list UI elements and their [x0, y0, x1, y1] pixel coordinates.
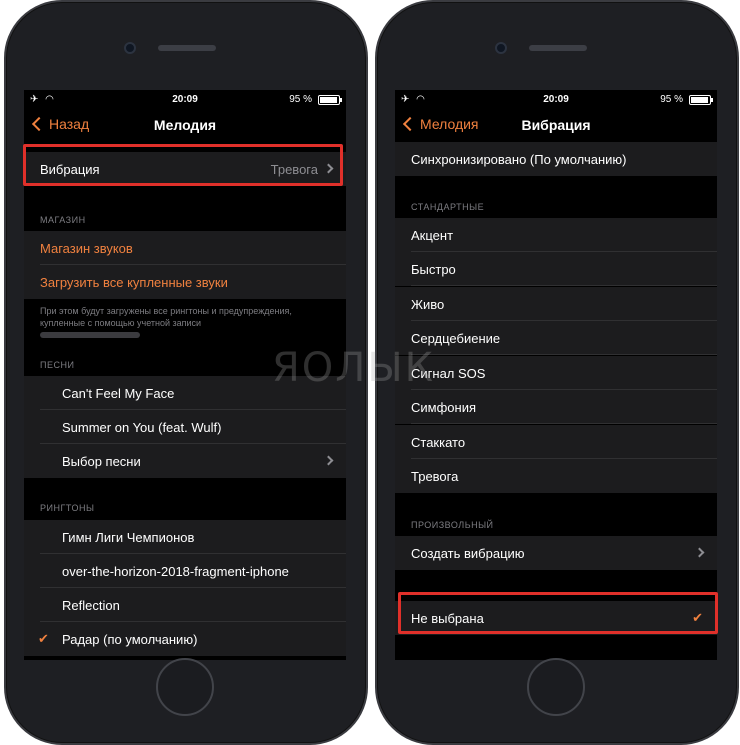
- vibration-item[interactable]: Стаккато: [395, 425, 717, 459]
- vibration-label: Быстро: [411, 262, 456, 277]
- battery-percent: 95 %: [660, 94, 683, 105]
- ringtone-label: Гимн Лиги Чемпионов: [62, 530, 195, 545]
- store-item-label: Магазин звуков: [40, 241, 133, 256]
- page-title: Вибрация: [521, 117, 591, 133]
- vibration-label: Тревога: [411, 469, 459, 484]
- custom-header: ПРОИЗВОЛЬНЫЙ: [411, 520, 494, 530]
- page-title: Мелодия: [153, 117, 217, 133]
- vibration-item[interactable]: Симфония: [395, 390, 717, 424]
- chevron-right-icon: [694, 547, 705, 558]
- ringtone-label: Reflection: [62, 598, 120, 613]
- vibration-value: Тревога: [270, 162, 318, 177]
- ringtone-label: Радар (по умолчанию): [62, 632, 198, 647]
- songs-header: ПЕСНИ: [40, 360, 75, 370]
- vibration-label: Симфония: [411, 400, 476, 415]
- ringtone-item[interactable]: Reflection: [24, 588, 346, 622]
- blurred-account: [40, 332, 140, 338]
- speaker-grille: [158, 45, 216, 51]
- none-selected-row[interactable]: Не выбрана ✔: [395, 601, 717, 635]
- create-vibration-row[interactable]: Создать вибрацию: [395, 536, 717, 570]
- home-button[interactable]: [156, 658, 214, 716]
- divider: [411, 285, 717, 286]
- camera-icon: [124, 42, 136, 54]
- vibration-label: Сердцебиение: [411, 331, 501, 346]
- chevron-right-icon: [323, 163, 334, 174]
- vibration-item[interactable]: Тревога: [395, 459, 717, 493]
- right-screen: ✈ ◠ 20:09 95 % Мелодия Вибрация Синхрони…: [395, 90, 717, 660]
- camera-icon: [495, 42, 507, 54]
- ringtones-header: РИНГТОНЫ: [40, 503, 95, 513]
- synced-label: Синхронизировано (По умолчанию): [411, 152, 627, 167]
- store-item-label: Загрузить все купленные звуки: [40, 275, 228, 290]
- pick-song-row[interactable]: Выбор песни: [24, 444, 346, 478]
- store-footnote: При этом будут загружены все рингтоны и …: [40, 306, 292, 328]
- ringtone-label: over-the-horizon-2018-fragment-iphone: [62, 564, 289, 579]
- checkmark-icon: ✔: [38, 631, 49, 646]
- store-header: МАГАЗИН: [40, 215, 86, 225]
- song-label: Can't Feel My Face: [62, 386, 175, 401]
- none-label: Не выбрана: [411, 611, 484, 626]
- nav-bar: Мелодия Вибрация: [395, 110, 717, 142]
- checkmark-icon: ✔: [692, 610, 703, 625]
- synced-row[interactable]: Синхронизировано (По умолчанию): [395, 142, 717, 176]
- vibration-item[interactable]: Быстро: [395, 252, 717, 286]
- home-button[interactable]: [527, 658, 585, 716]
- vibration-label: Акцент: [411, 228, 454, 243]
- vibration-item[interactable]: Сердцебиение: [395, 321, 717, 355]
- divider: [411, 354, 717, 355]
- song-item[interactable]: Summer on You (feat. Wulf): [24, 410, 346, 444]
- store-item-download-all[interactable]: Загрузить все купленные звуки: [24, 265, 346, 299]
- chevron-right-icon: [323, 455, 334, 466]
- vibration-item[interactable]: Акцент: [395, 218, 717, 252]
- battery-icon: [318, 95, 342, 105]
- vibration-row[interactable]: Вибрация Тревога: [24, 152, 346, 186]
- battery-percent: 95 %: [289, 94, 312, 105]
- vibration-label: Стаккато: [411, 435, 466, 450]
- ringtone-item-selected[interactable]: ✔ Радар (по умолчанию): [24, 622, 346, 656]
- vibration-label: Живо: [411, 297, 445, 312]
- standard-header: СТАНДАРТНЫЕ: [411, 202, 485, 212]
- nav-bar: Назад Мелодия: [24, 110, 346, 142]
- store-item-sounds[interactable]: Магазин звуков: [24, 231, 346, 265]
- song-label: Выбор песни: [62, 454, 141, 469]
- vibration-item[interactable]: Сигнал SOS: [395, 356, 717, 390]
- battery-icon: [689, 95, 713, 105]
- speaker-grille: [529, 45, 587, 51]
- create-vibration-label: Создать вибрацию: [411, 546, 525, 561]
- divider: [411, 423, 717, 424]
- vibration-label: Вибрация: [40, 162, 100, 177]
- watermark-logo: ЯОЛЫК: [272, 345, 436, 391]
- ringtone-item[interactable]: Гимн Лиги Чемпионов: [24, 520, 346, 554]
- song-label: Summer on You (feat. Wulf): [62, 420, 222, 435]
- status-bar: ✈ ◠ 20:09 95 %: [395, 90, 717, 110]
- status-bar: ✈ ◠ 20:09 95 %: [24, 90, 346, 110]
- ringtone-item[interactable]: over-the-horizon-2018-fragment-iphone: [24, 554, 346, 588]
- vibration-item[interactable]: Живо: [395, 287, 717, 321]
